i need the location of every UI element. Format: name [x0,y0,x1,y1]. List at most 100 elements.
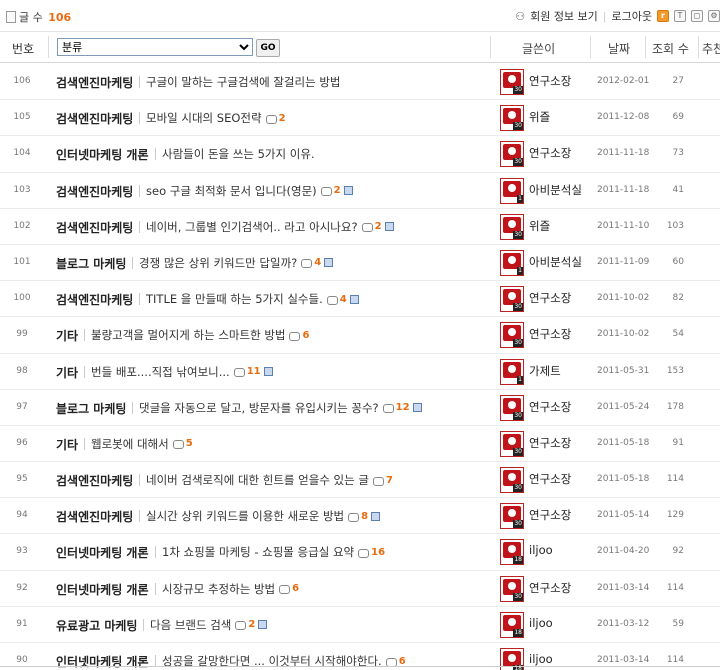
comment-count[interactable]: 12 [396,402,410,413]
post-title-link[interactable]: 댓글을 자동으로 달고, 방문자를 유입시키는 꽁수? [139,400,379,416]
post-title-link[interactable]: 웹로봇에 대해서 [91,436,169,452]
post-category[interactable]: 블로그 마케팅 [56,255,126,272]
table-row[interactable]: 105 검색엔진마케팅 모바일 시대의 SEO전략 2 30 위즐 2011-12-08 69 [0,100,720,137]
go-button[interactable]: GO [256,39,280,57]
table-row[interactable]: 91 유료광고 마케팅 다음 브랜드 검색 2 18 iljoo 2011-03-12 59 [0,607,720,643]
comment-count[interactable]: 6 [302,330,309,341]
table-row[interactable]: 93 인터넷마케팅 개론 1차 쇼핑몰 마케팅 - 쇼핑몰 응급실 요약 16 18 il… [0,534,720,571]
avatar[interactable]: 30 [500,105,524,132]
table-row[interactable]: 104 인터넷마케팅 개론 사람들이 돈을 쓰는 5가지 이유. 30 연구소장 2011… [0,136,720,173]
post-category[interactable]: 인터넷마케팅 개론 [56,146,149,163]
post-title-link[interactable]: 사람들이 돈을 쓰는 5가지 이유. [162,146,315,162]
comment-count[interactable]: 2 [334,185,341,196]
post-writer[interactable]: 아비분석실 [529,254,582,270]
post-title-link[interactable]: 네이버, 그룹별 인기검색어.. 라고 아시나요? [146,219,358,235]
table-row[interactable]: 101 블로그 마케팅 경쟁 많은 상위 키워드만 답일까? 4 1 아비분석실 2011-… [0,245,720,282]
table-row[interactable]: 96 기타 웹로봇에 대해서 5 30 연구소장 2011-05-18 91 [0,426,720,463]
post-writer[interactable]: 위즐 [529,218,550,234]
avatar[interactable]: 30 [500,430,524,457]
comment-count[interactable]: 6 [292,583,299,594]
post-title-link[interactable]: 경쟁 많은 상위 키워드만 답일까? [139,255,297,271]
table-row[interactable]: 100 검색엔진마케팅 TITLE 을 만들때 하는 5가지 실수들. 4 30 연구소장… [0,281,720,318]
post-title-link[interactable]: 번들 배포....직접 낚여보니... [91,364,230,380]
post-category[interactable]: 검색엔진마케팅 [56,291,133,308]
post-category[interactable]: 검색엔진마케팅 [56,74,133,91]
avatar[interactable]: 1 [500,358,524,385]
comment-count[interactable]: 8 [361,511,368,522]
post-writer[interactable]: 연구소장 [529,145,571,161]
post-title-link[interactable]: 구글이 말하는 구글검색에 잘걸리는 방법 [146,74,340,90]
table-row[interactable]: 97 블로그 마케팅 댓글을 자동으로 달고, 방문자를 유입시키는 꽁수? 12 30… [0,390,720,426]
avatar[interactable]: 30 [500,213,524,240]
post-category[interactable]: 기타 [56,436,78,453]
post-category[interactable]: 검색엔진마케팅 [56,110,133,127]
avatar[interactable]: 30 [500,394,524,421]
post-writer[interactable]: 연구소장 [529,290,571,306]
post-title-link[interactable]: 네이버 검색로직에 대한 힌트를 얻을수 있는 글 [146,472,369,488]
member-info-link[interactable]: 회원 정보 보기 [530,8,598,24]
settings-icon[interactable]: ⚙ [708,10,720,22]
post-category[interactable]: 인터넷마케팅 개론 [56,581,149,598]
avatar[interactable]: 18 [500,611,524,638]
category-select[interactable]: 분류 [57,38,253,56]
avatar[interactable]: 30 [500,286,524,313]
table-row[interactable]: 98 기타 번들 배포....직접 낚여보니... 11 1 가제트 2011-05-31 1… [0,354,720,390]
post-writer[interactable]: iljoo [529,543,553,557]
comment-count[interactable]: 2 [248,619,255,630]
avatar[interactable]: 30 [500,322,524,349]
avatar[interactable]: 1 [500,177,524,204]
post-title-link[interactable]: 실시간 상위 키워드를 이용한 새로운 방법 [146,508,344,524]
post-writer[interactable]: 연구소장 [529,507,571,523]
avatar[interactable]: 30 [500,141,524,168]
table-row[interactable]: 106 검색엔진마케팅 구글이 말하는 구글검색에 잘걸리는 방법 30 연구소장 201… [0,64,720,101]
avatar[interactable]: 30 [500,575,524,602]
post-writer[interactable]: 가제트 [529,363,561,379]
post-title-link[interactable]: 1차 쇼핑몰 마케팅 - 쇼핑몰 응급실 요약 [162,544,354,560]
post-title-link[interactable]: 시장규모 추정하는 방법 [162,581,275,597]
rss-icon[interactable]: r [657,10,669,22]
comment-count[interactable]: 11 [247,366,261,377]
comment-count[interactable]: 5 [186,438,193,449]
post-category[interactable]: 인터넷마케팅 개론 [56,544,149,561]
comment-count[interactable]: 4 [340,294,347,305]
archive-icon[interactable]: ◻ [691,10,703,22]
table-row[interactable]: 103 검색엔진마케팅 seo 구글 최적화 문서 입니다(영문) 2 1 아비분석실 20… [0,173,720,209]
post-category[interactable]: 기타 [56,327,78,344]
post-writer[interactable]: 연구소장 [529,326,571,342]
logout-link[interactable]: 로그아웃 [612,8,652,24]
tag-icon[interactable]: T [674,10,686,22]
post-writer[interactable]: iljoo [529,652,553,666]
post-category[interactable]: 기타 [56,364,78,381]
post-title-link[interactable]: 다음 브랜드 검색 [150,617,231,633]
comment-count[interactable]: 4 [314,257,321,268]
post-title-link[interactable]: 모바일 시대의 SEO전략 [146,110,262,126]
post-writer[interactable]: iljoo [529,616,553,630]
comment-count[interactable]: 2 [279,113,286,124]
comment-count[interactable]: 16 [371,547,385,558]
table-row[interactable]: 92 인터넷마케팅 개론 시장규모 추정하는 방법 6 30 연구소장 2011-03-14… [0,571,720,607]
post-writer[interactable]: 연구소장 [529,471,571,487]
post-writer[interactable]: 아비분석실 [529,182,582,198]
post-category[interactable]: 블로그 마케팅 [56,400,126,417]
post-title-link[interactable]: 불량고객을 멀어지게 하는 스마트한 방법 [91,327,285,343]
post-category[interactable]: 검색엔진마케팅 [56,472,133,489]
table-row[interactable]: 94 검색엔진마케팅 실시간 상위 키워드를 이용한 새로운 방법 8 30 연구소장 20… [0,498,720,535]
avatar[interactable]: 1 [500,249,524,276]
post-writer[interactable]: 연구소장 [529,580,571,596]
table-row[interactable]: 102 검색엔진마케팅 네이버, 그룹별 인기검색어.. 라고 아시나요? 2 30 위즐… [0,209,720,245]
comment-count[interactable]: 7 [386,475,393,486]
post-writer[interactable]: 연구소장 [529,73,571,89]
comment-count[interactable]: 6 [399,656,406,667]
post-writer[interactable]: 연구소장 [529,399,571,415]
table-row[interactable]: 99 기타 불량고객을 멀어지게 하는 스마트한 방법 6 30 연구소장 2011-10-… [0,317,720,354]
post-category[interactable]: 검색엔진마케팅 [56,183,133,200]
avatar[interactable]: 30 [500,467,524,494]
post-title-link[interactable]: TITLE 을 만들때 하는 5가지 실수들. [146,291,323,307]
avatar[interactable]: 18 [500,539,524,566]
post-title-link[interactable]: seo 구글 최적화 문서 입니다(영문) [146,183,317,199]
avatar[interactable]: 30 [500,503,524,530]
comment-count[interactable]: 2 [375,221,382,232]
post-category[interactable]: 유료광고 마케팅 [56,617,137,634]
post-category[interactable]: 검색엔진마케팅 [56,219,133,236]
table-row[interactable]: 95 검색엔진마케팅 네이버 검색로직에 대한 힌트를 얻을수 있는 글 7 30 연구소… [0,462,720,499]
